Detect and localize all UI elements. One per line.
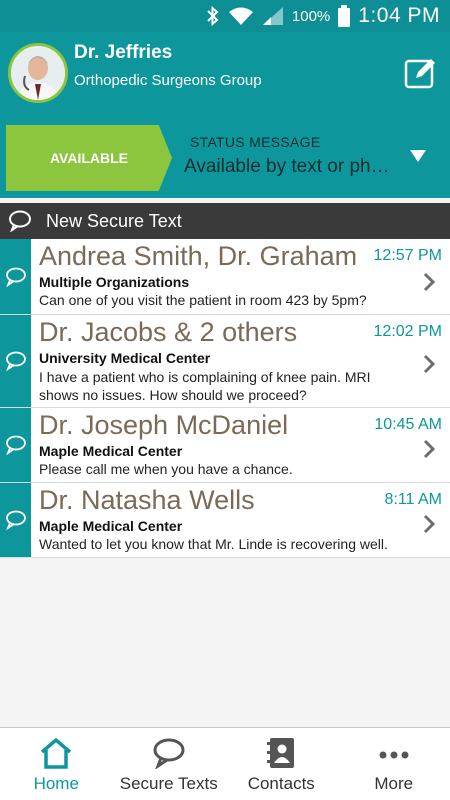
message-organization: Multiple Organizations — [39, 274, 190, 290]
message-time: 10:45 AM — [374, 416, 442, 433]
chat-bubbles-icon — [151, 736, 187, 770]
more-dots-icon — [376, 736, 412, 770]
message-item[interactable]: Dr. Natasha Wells 8:11 AM Maple Medical … — [0, 483, 450, 558]
chevron-right-icon — [423, 514, 436, 534]
chat-bubble-icon — [6, 435, 26, 455]
message-preview: Wanted to let you know that Mr. Linde is… — [39, 536, 388, 552]
chevron-right-icon — [423, 354, 436, 374]
nav-contacts[interactable]: Contacts — [225, 728, 338, 800]
battery-icon — [338, 5, 351, 27]
message-sender: Dr. Natasha Wells — [39, 485, 255, 515]
message-item[interactable]: Dr. Jacobs & 2 others 12:02 PM Universit… — [0, 315, 450, 408]
nav-contacts-label: Contacts — [247, 774, 315, 793]
wifi-icon — [228, 6, 254, 26]
message-sender: Dr. Jacobs & 2 others — [39, 317, 298, 347]
message-strip — [0, 315, 31, 407]
edit-profile-button[interactable] — [404, 56, 438, 90]
status-message-label: STATUS MESSAGE — [190, 134, 321, 150]
signal-icon — [262, 6, 284, 26]
availability-button[interactable]: AVAILABLE — [6, 125, 172, 191]
message-sender: Dr. Joseph McDaniel — [39, 410, 289, 440]
message-organization: Maple Medical Center — [39, 443, 183, 459]
message-preview: Please call me when you have a chance. — [39, 461, 293, 477]
new-secure-text-label: New Secure Text — [46, 210, 182, 231]
message-sender: Andrea Smith, Dr. Graham — [39, 241, 358, 271]
chevron-right-icon — [423, 439, 436, 459]
chat-bubble-icon — [6, 351, 26, 371]
new-secure-text-button[interactable]: New Secure Text — [0, 203, 450, 239]
contacts-book-icon — [263, 736, 299, 770]
message-preview: I have a patient who is complaining of k… — [39, 369, 371, 403]
nav-more-label: More — [374, 774, 414, 793]
message-list: Andrea Smith, Dr. Graham 12:57 PM Multip… — [0, 239, 450, 558]
message-organization: Maple Medical Center — [39, 518, 183, 534]
message-preview: Can one of you visit the patient in room… — [39, 292, 367, 308]
edit-icon — [404, 59, 435, 89]
message-time: 12:57 PM — [373, 247, 442, 264]
message-time: 8:11 AM — [384, 491, 442, 508]
message-strip — [0, 239, 31, 314]
avatar[interactable] — [8, 43, 68, 103]
nav-home-label: Home — [33, 774, 79, 793]
home-icon — [38, 736, 74, 770]
nav-secure-texts[interactable]: Secure Texts — [113, 728, 226, 800]
chat-bubble-icon — [6, 510, 26, 530]
nav-more[interactable]: More — [338, 728, 450, 800]
chat-bubble-icon — [8, 210, 34, 232]
status-bar: 100% 1:04 PM — [0, 0, 450, 32]
doctor-name: Dr. Jeffries — [74, 42, 173, 63]
status-section: AVAILABLE STATUS MESSAGE Available by te… — [0, 118, 450, 198]
chat-bubble-icon — [6, 267, 26, 287]
battery-percent: 100% — [291, 7, 331, 25]
message-organization: University Medical Center — [39, 350, 211, 366]
message-strip — [0, 408, 31, 482]
nav-secure-texts-label: Secure Texts — [119, 774, 218, 793]
message-time: 12:02 PM — [373, 323, 442, 340]
bottom-navigation: Home Secure Texts Contacts More — [0, 727, 450, 800]
message-item[interactable]: Dr. Joseph McDaniel 10:45 AM Maple Medic… — [0, 408, 450, 483]
message-strip — [0, 483, 31, 557]
chevron-right-icon — [423, 272, 436, 292]
profile-header: Dr. Jeffries Orthopedic Surgeons Group — [0, 32, 450, 118]
message-item[interactable]: Andrea Smith, Dr. Graham 12:57 PM Multip… — [0, 239, 450, 315]
doctor-organization: Orthopedic Surgeons Group — [74, 72, 262, 89]
bluetooth-icon — [206, 6, 220, 26]
nav-home[interactable]: Home — [0, 728, 113, 800]
clock: 1:04 PM — [358, 4, 440, 27]
status-dropdown-arrow-icon[interactable] — [410, 150, 426, 162]
status-message-text[interactable]: Available by text or phone — [184, 156, 396, 178]
